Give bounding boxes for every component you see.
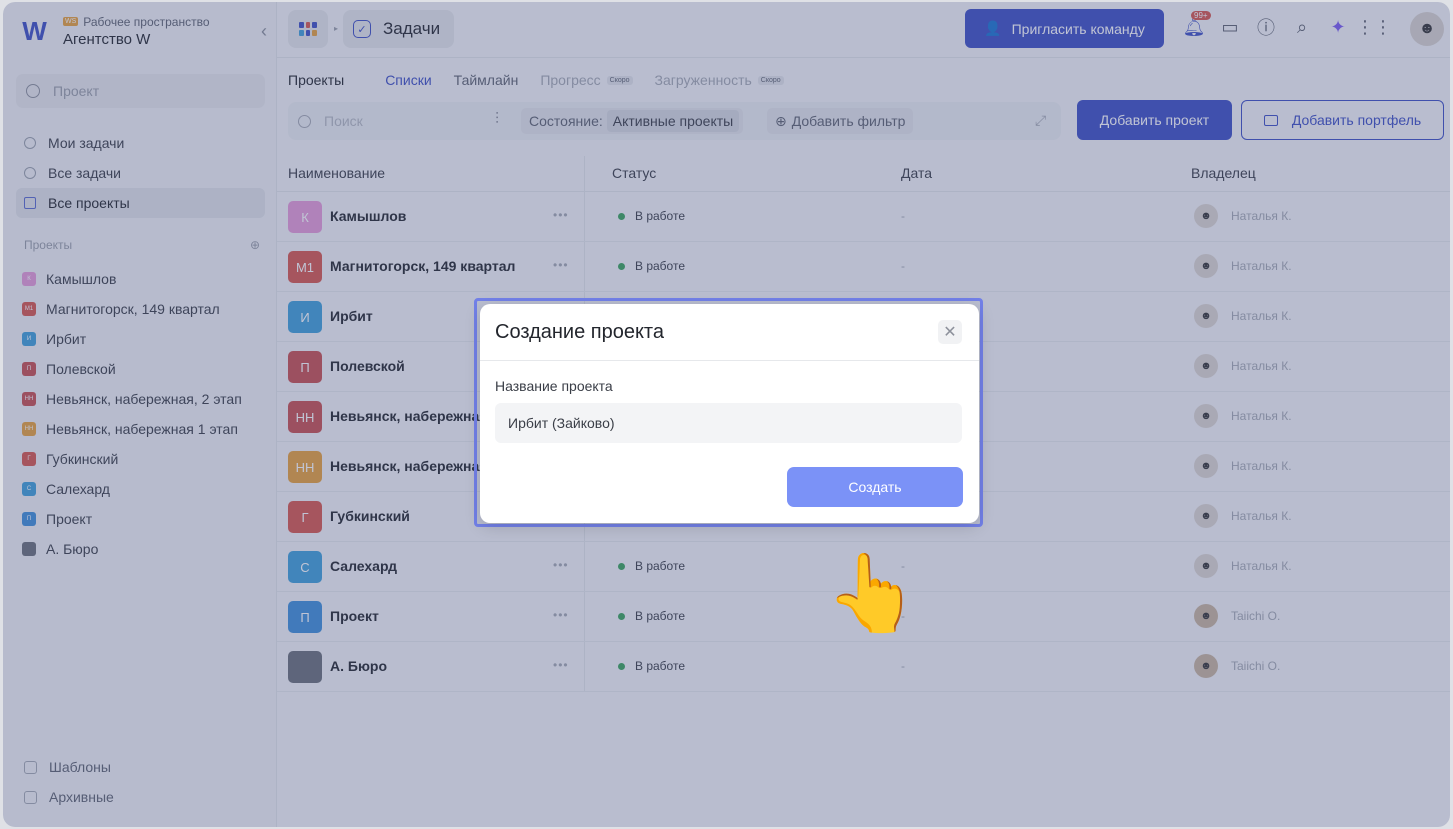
create-project-dialog: Создание проекта ✕ Название проекта Созд… bbox=[480, 304, 979, 523]
project-name-label: Название проекта bbox=[495, 378, 613, 394]
create-button[interactable]: Создать bbox=[787, 467, 963, 507]
close-icon[interactable]: ✕ bbox=[938, 320, 962, 344]
pointing-hand-icon: 👆 bbox=[825, 551, 920, 636]
project-name-input[interactable] bbox=[495, 403, 962, 443]
dialog-title: Создание проекта bbox=[495, 321, 664, 343]
dialog-divider bbox=[480, 360, 979, 361]
